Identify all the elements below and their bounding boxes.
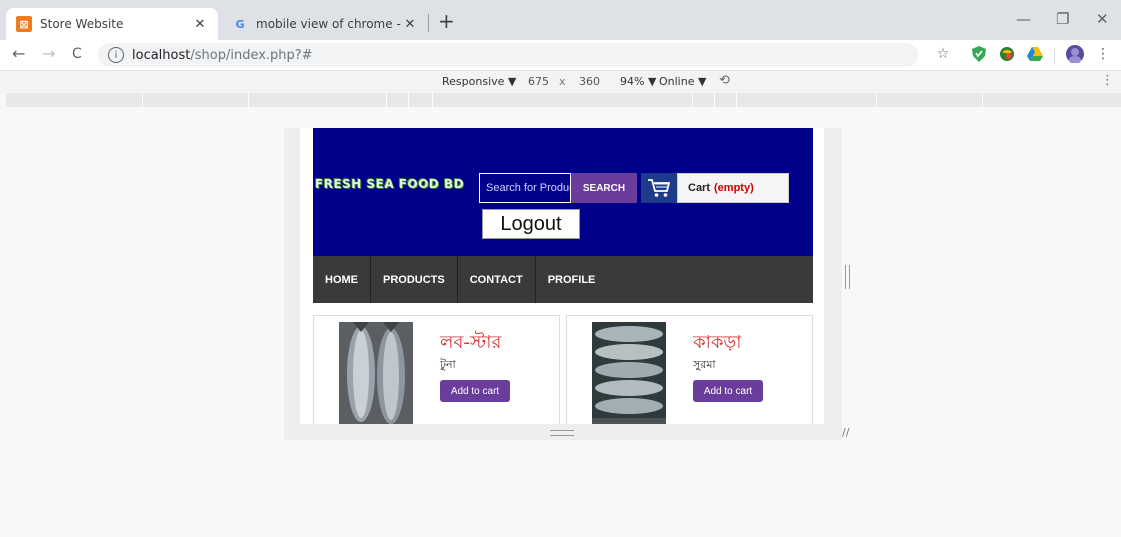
toolbar-divider (1054, 48, 1055, 64)
device-select[interactable]: Responsive ▼ (442, 75, 516, 88)
cart-icon[interactable] (641, 173, 677, 203)
url-path: /shop/index.php?# (190, 47, 313, 63)
tab-title: Store Website (40, 17, 124, 31)
forward-button[interactable]: → (42, 44, 55, 63)
minimize-button[interactable]: — (1016, 10, 1031, 28)
search-input[interactable] (479, 173, 571, 203)
site-header: FRESH SEA FOOD BD SEARCH Cart(empty) Log… (313, 128, 813, 256)
nav-item-products[interactable]: PRODUCTS (371, 256, 458, 303)
shield-extension-icon[interactable] (970, 45, 988, 63)
product-image[interactable] (592, 322, 666, 424)
back-button[interactable]: ← (12, 44, 25, 63)
restore-button[interactable]: ❐ (1056, 10, 1069, 28)
drive-extension-icon[interactable] (1026, 45, 1044, 63)
store-page: FRESH SEA FOOD BD SEARCH Cart(empty) Log… (300, 128, 824, 424)
right-resize-handle[interactable] (845, 265, 850, 289)
reload-button[interactable]: C (72, 46, 82, 62)
nav-item-home[interactable]: HOME (313, 256, 371, 303)
close-tab-icon[interactable]: ✕ (192, 17, 208, 32)
product-title: কাকড়া (693, 332, 742, 353)
main-nav: HOME PRODUCTS CONTACT PROFILE (313, 256, 813, 303)
info-icon[interactable]: i (108, 47, 124, 63)
product-title: লব-স্টার (440, 332, 502, 353)
product-image[interactable] (339, 322, 413, 424)
globe-extension-icon[interactable] (998, 45, 1016, 63)
store-favicon-icon: ⊠ (16, 16, 32, 32)
product-subtitle: সুরমা (693, 358, 716, 371)
add-to-cart-button[interactable]: Add to cart (693, 380, 763, 402)
tab-title: mobile view of chrome - Google (256, 17, 402, 31)
add-to-cart-button[interactable]: Add to cart (440, 380, 510, 402)
url-host: localhost (132, 47, 191, 63)
product-subtitle: টুনা (440, 358, 456, 371)
bottom-resize-handle[interactable] (550, 430, 574, 436)
close-tab-icon[interactable]: ✕ (402, 17, 418, 32)
site-logo[interactable]: FRESH SEA FOOD BD (315, 177, 464, 191)
search-button[interactable]: SEARCH (571, 173, 637, 203)
zoom-select[interactable]: 94% ▼ (620, 75, 656, 88)
chrome-menu-icon[interactable]: ⋮ (1094, 45, 1112, 63)
new-tab-button[interactable]: + (438, 9, 455, 33)
cart-label: Cart (688, 182, 711, 194)
tab-strip: ⊠ Store Website ✕ G mobile view of chrom… (0, 0, 1121, 40)
logout-button[interactable]: Logout (482, 209, 580, 239)
address-bar[interactable]: i localhost/shop/index.php?# (98, 43, 918, 67)
nav-item-contact[interactable]: CONTACT (458, 256, 536, 303)
close-window-button[interactable]: ✕ (1096, 10, 1109, 28)
nav-item-profile[interactable]: PROFILE (536, 256, 608, 303)
tab-store-website[interactable]: ⊠ Store Website ✕ (6, 8, 218, 40)
product-card: কাকড়া সুরমা Add to cart (566, 315, 813, 424)
media-query-bar[interactable] (6, 93, 1121, 107)
browser-toolbar: ← → C i localhost/shop/index.php?# ☆ ⋮ (0, 40, 1121, 70)
network-throttle-select[interactable]: Online ▼ (659, 75, 706, 88)
rotate-icon[interactable]: ⟲ (719, 73, 730, 88)
google-favicon-icon: G (235, 17, 245, 31)
viewport-width-input[interactable]: 675 (528, 75, 549, 88)
profile-avatar[interactable] (1066, 45, 1084, 63)
tab-google-search[interactable]: G mobile view of chrome - Google ✕ (222, 8, 428, 40)
cart-summary[interactable]: Cart (empty) (677, 173, 789, 203)
device-toolbar: Responsive ▼ 675 x 360 94% ▼ Online ▼ ⟲ … (0, 70, 1121, 92)
cart-status: (empty) (714, 182, 754, 194)
dimension-times-label: x (559, 75, 566, 88)
tab-separator (428, 14, 429, 32)
bookmark-star-icon[interactable]: ☆ (934, 45, 952, 63)
corner-resize-handle[interactable]: // (842, 426, 849, 439)
product-card: লব-স্টার টুনা Add to cart (313, 315, 560, 424)
devtools-menu-icon[interactable]: ⋮ (1101, 73, 1114, 88)
viewport-height-input[interactable]: 360 (579, 75, 600, 88)
